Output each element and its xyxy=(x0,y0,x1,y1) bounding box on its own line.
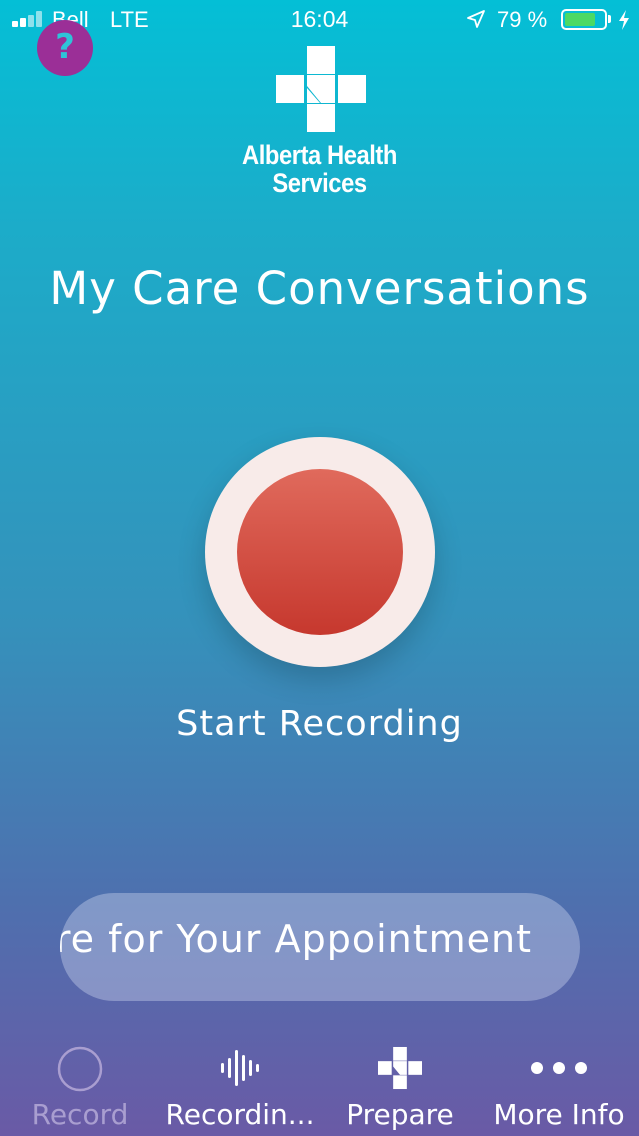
location-icon xyxy=(467,10,485,28)
waveform-icon xyxy=(221,1050,259,1086)
page-title: My Care Conversations xyxy=(49,262,590,315)
battery-level-fill xyxy=(565,13,595,26)
record-circle-icon xyxy=(57,1046,103,1092)
tab-record-label: Record xyxy=(31,1098,129,1131)
tab-more-info-label: More Info xyxy=(493,1098,625,1131)
health-cross-icon xyxy=(378,1046,422,1090)
battery-icon xyxy=(561,9,607,30)
battery-percent: 79 % xyxy=(497,7,548,32)
status-bar: Bell LTE 16:04 79 % xyxy=(0,0,639,42)
logo-text-line2: Services xyxy=(272,168,367,198)
alberta-health-cross-logo xyxy=(276,46,366,132)
tab-record[interactable]: Record xyxy=(10,1036,150,1136)
start-recording-button[interactable] xyxy=(205,437,435,667)
help-icon: ? xyxy=(55,27,75,67)
prepare-appointment-text: Prepare for Your Appointment xyxy=(60,917,533,961)
charging-bolt-icon xyxy=(619,10,629,30)
help-button[interactable]: ? xyxy=(37,20,93,76)
tab-prepare[interactable]: Prepare xyxy=(335,1036,465,1136)
start-recording-label[interactable]: Start Recording xyxy=(0,704,639,744)
battery-tip xyxy=(608,15,611,23)
tab-bar: Record Recordin... Prepare More Info xyxy=(0,1036,639,1136)
tab-recordings-label: Recordin... xyxy=(165,1098,315,1131)
logo-text-line1: Alberta Health xyxy=(242,140,397,170)
tab-recordings[interactable]: Recordin... xyxy=(160,1036,320,1136)
more-dots-icon xyxy=(531,1062,587,1074)
prepare-appointment-banner[interactable]: Prepare for Your Appointment xyxy=(60,893,580,1001)
tab-more-info[interactable]: More Info xyxy=(484,1036,634,1136)
tab-prepare-label: Prepare xyxy=(346,1098,454,1131)
record-dot-icon xyxy=(237,469,403,635)
